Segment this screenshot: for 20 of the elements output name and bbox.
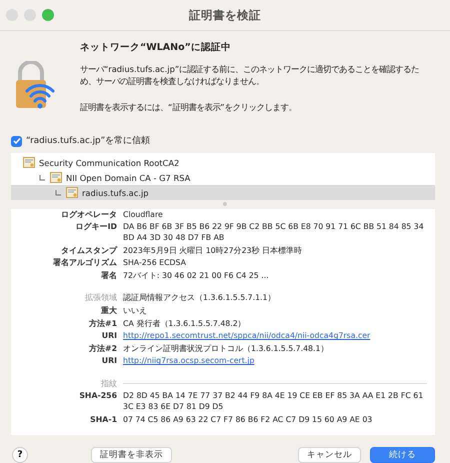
trust-label: “radius.tufs.ac.jp”を常に信頼 <box>26 135 150 148</box>
split-handle[interactable] <box>223 202 227 206</box>
continue-button[interactable]: 続ける <box>370 447 435 463</box>
certificate-tree-item[interactable]: radius.tufs.ac.jp <box>11 185 435 200</box>
zoom-button[interactable] <box>42 9 54 22</box>
tree-elbow-icon <box>55 190 62 196</box>
cancel-button[interactable]: キャンセル <box>298 447 361 463</box>
certificate-icon <box>23 157 35 168</box>
dialog-message: サーバ“radius.tufs.ac.jp”に認証する前に、このネットワークに適切であることを確認するため、サーバの証明書を検査しなければなりません。 <box>80 62 420 87</box>
dialog-hint: 証明書を表示するには、“証明書を表示”をクリックします。 <box>80 100 298 113</box>
certificate-icon <box>66 187 78 198</box>
window-title: 証明書を検証 <box>189 8 261 23</box>
certificate-icon <box>50 172 62 184</box>
dialog-heading: ネットワーク“WLANo”に認証中 <box>80 41 232 55</box>
help-button[interactable]: ? <box>12 447 28 463</box>
certificate-tree-item[interactable]: Security Communication RootCA2 <box>11 155 435 170</box>
certificate-tree-item[interactable]: NII Open Domain CA - G7 RSA <box>11 170 435 186</box>
trust-checkbox[interactable] <box>11 136 22 147</box>
tree-elbow-icon <box>39 174 46 181</box>
hide-certificate-button[interactable]: 証明書を非表示 <box>91 447 172 463</box>
